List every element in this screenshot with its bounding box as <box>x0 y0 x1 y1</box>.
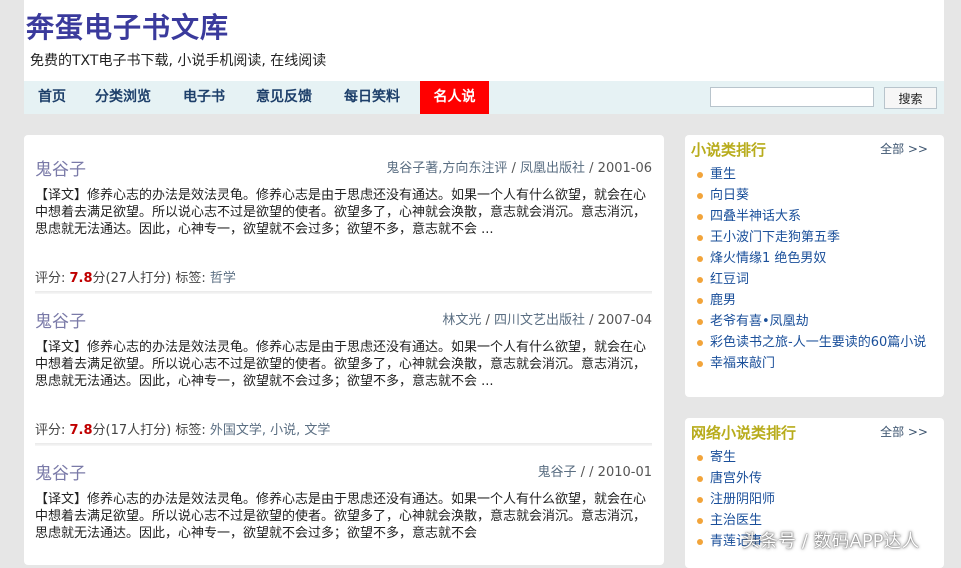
rank-item-label[interactable]: 王小波门下走狗第五季 <box>710 230 840 245</box>
rank-item-label[interactable]: 彩色读书之旅-人一生要读的60篇小说 <box>710 335 926 350</box>
book-meta: 鬼谷子 / / 2010-01 <box>537 465 652 480</box>
site-header: 奔蛋电子书文库 免费的TXT电子书下载, 小说手机阅读, 在线阅读 首页 分类浏… <box>24 0 944 114</box>
rank-item[interactable]: 烽火情缘1 绝色男奴 <box>697 251 937 267</box>
book-score: 7.8 <box>69 271 93 286</box>
panel-title: 网络小说类排行 <box>691 424 797 442</box>
rank-item[interactable]: 寄生 <box>697 450 937 466</box>
rank-item-label[interactable]: 向日葵 <box>710 188 749 203</box>
bullet-icon <box>697 214 703 220</box>
book-tags[interactable]: 外国文学, 小说, 文学 <box>210 423 331 438</box>
bullet-icon <box>697 455 703 461</box>
rank-item[interactable]: 王小波门下走狗第五季 <box>697 230 937 246</box>
rank-item-label[interactable]: 四叠半神话大系 <box>710 209 801 224</box>
rank-item[interactable]: 注册阴阳师 <box>697 492 937 508</box>
bullet-icon <box>697 518 703 524</box>
rank-item[interactable]: 彩色读书之旅-人一生要读的60篇小说 <box>697 335 937 351</box>
nav-quotes[interactable]: 名人说 <box>420 81 489 114</box>
book-rating: 评分: 7.8分(17人打分) 标签: 外国文学, 小说, 文学 <box>35 423 331 438</box>
book-date: 2010-01 <box>597 465 652 480</box>
rank-item-label[interactable]: 重生 <box>710 167 736 182</box>
divider <box>35 443 652 446</box>
rank-list: 重生向日葵四叠半神话大系王小波门下走狗第五季 烽火情缘1 绝色男奴 红豆词鹿男老爷有… <box>697 167 937 377</box>
site-subtitle: 免费的TXT电子书下载, 小说手机阅读, 在线阅读 <box>30 53 327 69</box>
watermark: 头条号 / 数码APP达人 <box>742 531 920 552</box>
book-description: 【译文】修养心志的办法是效法灵龟。修养心志是由于思虑还没有通达。如果一个人有什么… <box>35 340 647 389</box>
bullet-icon <box>697 277 703 283</box>
bullet-icon <box>697 235 703 241</box>
nav-category[interactable]: 分类浏览 <box>95 81 151 114</box>
view-all-link[interactable]: 全部 >> <box>880 140 928 157</box>
bullet-icon <box>697 298 703 304</box>
bullet-icon <box>697 340 703 346</box>
book-publisher[interactable]: 四川文艺出版社 <box>494 313 585 328</box>
bullet-icon <box>697 497 703 503</box>
book-score: 7.8 <box>69 423 93 438</box>
rank-item[interactable]: 鹿男 <box>697 293 937 309</box>
book-date: 2007-04 <box>597 313 652 328</box>
book-meta: 林文光 / 四川文艺出版社 / 2007-04 <box>442 313 652 328</box>
rank-item-label[interactable]: 老爷有喜•凤凰劫 <box>710 314 809 329</box>
book-date: 2001-06 <box>597 161 652 176</box>
rank-item-label[interactable]: 注册阴阳师 <box>710 492 775 507</box>
rank-item[interactable]: 红豆词 <box>697 272 937 288</box>
book-item: 鬼谷子 鬼谷子 / / 2010-01 【译文】修养心志的办法是效法灵龟。修养心… <box>35 459 652 559</box>
site-title[interactable]: 奔蛋电子书文库 <box>26 6 229 46</box>
book-publisher[interactable]: 凤凰出版社 <box>520 161 585 176</box>
book-item: 鬼谷子 林文光 / 四川文艺出版社 / 2007-04 【译文】修养心志的办法是… <box>35 307 652 447</box>
panel-title: 小说类排行 <box>691 141 767 159</box>
rank-item[interactable]: 老爷有喜•凤凰劫 <box>697 314 937 330</box>
book-title[interactable]: 鬼谷子 <box>35 155 86 180</box>
book-title[interactable]: 鬼谷子 <box>35 307 86 332</box>
book-meta: 鬼谷子著,方向东注评 / 凤凰出版社 / 2001-06 <box>386 161 652 176</box>
nav-daily-jokes[interactable]: 每日笑料 <box>344 81 400 114</box>
rank-item[interactable]: 四叠半神话大系 <box>697 209 937 225</box>
nav-ebook[interactable]: 电子书 <box>183 81 225 114</box>
search-button[interactable]: 搜索 <box>884 87 937 109</box>
rank-item-label[interactable]: 寄生 <box>710 450 736 465</box>
book-rating: 评分: 7.8分(27人打分) 标签: 哲学 <box>35 271 236 286</box>
bullet-icon <box>697 193 703 199</box>
bullet-icon <box>697 361 703 367</box>
book-title[interactable]: 鬼谷子 <box>35 459 86 484</box>
rank-item[interactable]: 向日葵 <box>697 188 937 204</box>
rank-item-label[interactable]: 烽火情缘1 绝色男奴 <box>710 251 826 266</box>
book-description: 【译文】修养心志的办法是效法灵龟。修养心志是由于思虑还没有通达。如果一个人有什么… <box>35 492 647 541</box>
rank-item[interactable]: 重生 <box>697 167 937 183</box>
rank-item-label[interactable]: 唐宫外传 <box>710 471 762 486</box>
book-author[interactable]: 鬼谷子 <box>537 465 576 480</box>
bullet-icon <box>697 539 703 545</box>
nav-home[interactable]: 首页 <box>38 81 66 114</box>
search-input[interactable] <box>710 87 874 107</box>
nav-bar: 首页 分类浏览 电子书 意见反馈 每日笑料 名人说 搜索 <box>24 81 944 114</box>
book-list: 鬼谷子 鬼谷子著,方向东注评 / 凤凰出版社 / 2001-06 【译文】修养心… <box>24 135 664 565</box>
rank-item-label[interactable]: 主治医生 <box>710 513 762 528</box>
bullet-icon <box>697 319 703 325</box>
novel-rank-panel: 小说类排行 全部 >> 重生向日葵四叠半神话大系王小波门下走狗第五季 烽火情缘1 … <box>685 135 944 397</box>
rank-item-label[interactable]: 鹿男 <box>710 293 736 308</box>
rank-item[interactable]: 唐宫外传 <box>697 471 937 487</box>
book-tags[interactable]: 哲学 <box>210 271 236 286</box>
rank-item-label[interactable]: 幸福来敲门 <box>710 356 775 371</box>
book-author[interactable]: 林文光 <box>442 313 481 328</box>
book-author[interactable]: 鬼谷子著,方向东注评 <box>386 161 507 176</box>
book-description: 【译文】修养心志的办法是效法灵龟。修养心志是由于思虑还没有通达。如果一个人有什么… <box>35 188 647 237</box>
divider <box>35 291 652 294</box>
book-item: 鬼谷子 鬼谷子著,方向东注评 / 凤凰出版社 / 2001-06 【译文】修养心… <box>35 155 652 295</box>
nav-feedback[interactable]: 意见反馈 <box>256 81 312 114</box>
bullet-icon <box>697 476 703 482</box>
rank-item-label[interactable]: 红豆词 <box>710 272 749 287</box>
bullet-icon <box>697 256 703 262</box>
bullet-icon <box>697 172 703 178</box>
view-all-link[interactable]: 全部 >> <box>880 423 928 440</box>
rank-item[interactable]: 幸福来敲门 <box>697 356 937 372</box>
